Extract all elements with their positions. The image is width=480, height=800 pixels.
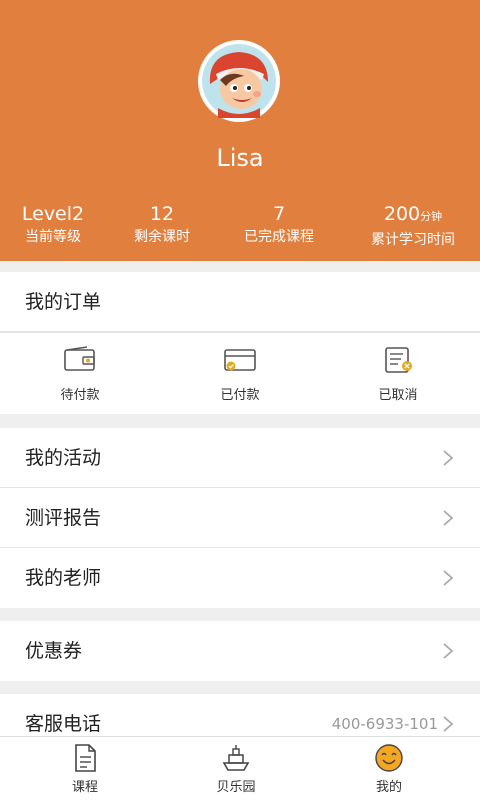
stat-completed-courses: 7 已完成课程 <box>219 202 339 247</box>
stat-value: 7 <box>272 203 286 225</box>
my-orders-row[interactable]: 我的订单 <box>0 272 480 332</box>
chevron-right-icon <box>443 643 454 659</box>
menu-item-label: 我的活动 <box>25 447 102 469</box>
boat-icon <box>222 745 250 771</box>
menu-item-label: 测评报告 <box>25 507 102 529</box>
profile-header: Lisa Level2 当前等级 12 剩余课时 7 已完成课程 200分钟 累… <box>0 0 480 261</box>
my-orders-title: 我的订单 <box>25 291 102 313</box>
menu-section-coupons: 优惠券 <box>0 621 480 681</box>
menu-item-coupons[interactable]: 优惠券 <box>0 621 480 681</box>
stat-value: 12 <box>149 203 175 225</box>
orders-section: 我的订单 待付款 已付款 已取消 <box>0 272 480 414</box>
menu-item-activities[interactable]: 我的活动 <box>0 428 480 488</box>
stat-label: 当前等级 <box>25 229 81 245</box>
smiley-face-icon <box>375 744 403 772</box>
wallet-icon <box>64 346 95 371</box>
order-status-bar: 待付款 已付款 已取消 <box>0 332 480 414</box>
nav-label: 我的 <box>375 780 402 795</box>
order-label: 待付款 <box>60 388 100 403</box>
stat-remaining-lessons: 12 剩余课时 <box>102 202 222 247</box>
profile-page: Lisa Level2 当前等级 12 剩余课时 7 已完成课程 200分钟 累… <box>0 0 480 800</box>
stat-label: 累计学习时间 <box>371 232 455 248</box>
menu-item-label: 优惠券 <box>25 640 83 662</box>
chevron-right-icon <box>443 510 454 526</box>
avatar[interactable] <box>198 40 280 122</box>
chevron-right-icon <box>443 570 454 586</box>
stat-study-time: 200分钟 累计学习时间 <box>353 202 473 250</box>
nav-tab-mine[interactable]: 我的 <box>329 743 449 795</box>
nav-tab-bele-park[interactable]: 贝乐园 <box>176 743 296 795</box>
order-cancelled[interactable]: 已取消 <box>338 346 458 403</box>
paid-card-icon <box>224 349 256 371</box>
order-pending-payment[interactable]: 待付款 <box>20 346 140 403</box>
order-label: 已付款 <box>220 388 260 403</box>
nav-tab-courses[interactable]: 课程 <box>25 743 145 795</box>
cancelled-doc-icon <box>385 347 412 373</box>
stat-label: 剩余课时 <box>134 229 190 245</box>
menu-item-teachers[interactable]: 我的老师 <box>0 548 480 608</box>
nav-label: 课程 <box>71 780 98 795</box>
stat-unit: 分钟 <box>420 210 443 223</box>
menu-item-label: 我的老师 <box>25 567 102 589</box>
stat-level: Level2 当前等级 <box>0 202 113 247</box>
stat-value: Level2 <box>21 203 85 225</box>
menu-section-learning: 我的活动 测评报告 我的老师 <box>0 428 480 608</box>
order-paid[interactable]: 已付款 <box>180 346 300 403</box>
chevron-right-icon <box>443 716 454 732</box>
nav-label: 贝乐园 <box>216 780 256 795</box>
menu-item-report[interactable]: 测评报告 <box>0 488 480 548</box>
order-label: 已取消 <box>378 388 418 403</box>
stat-label: 已完成课程 <box>244 229 314 245</box>
document-icon <box>75 744 96 772</box>
user-name: Lisa <box>216 144 264 172</box>
stat-value: 200 <box>383 203 421 225</box>
bottom-nav: 课程 贝乐园 我的 <box>0 736 480 800</box>
chevron-right-icon <box>443 450 454 466</box>
avatar-cartoon-boy-icon <box>202 44 276 118</box>
